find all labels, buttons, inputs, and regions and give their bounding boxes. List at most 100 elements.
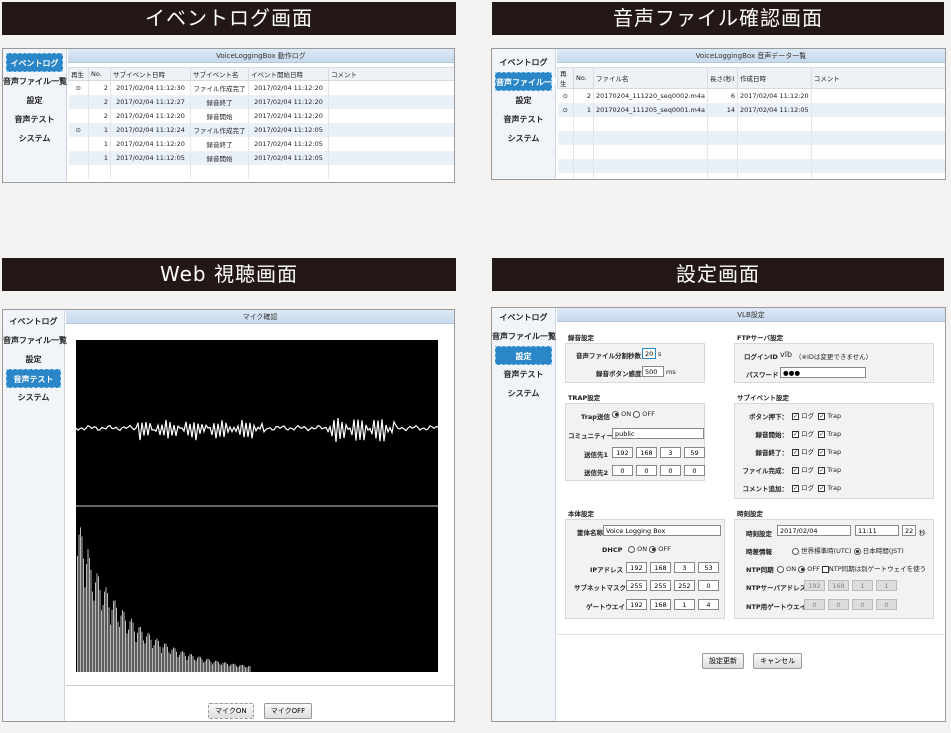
mic-on-button[interactable]: マイクON: [208, 703, 254, 719]
jst-radio[interactable]: [853, 547, 861, 555]
log-checkbox[interactable]: ✓: [792, 448, 799, 456]
seconds-input[interactable]: 22: [902, 525, 916, 536]
play-icon[interactable]: ⊙: [557, 102, 574, 117]
trap-checkbox[interactable]: ✓: [818, 412, 826, 420]
sidebar-item-sound-test[interactable]: 音声テスト: [6, 369, 61, 388]
table-row[interactable]: 1 2017/02/04 11:12:05 録音開始 2017/02/04 11:12…: [68, 150, 454, 165]
cancel-button[interactable]: キャンセル: [753, 653, 803, 669]
sidebar-item-files[interactable]: 音声ファイル一覧: [495, 72, 560, 91]
log-checkbox[interactable]: ✓: [792, 484, 799, 492]
column-header[interactable]: 再生: [68, 67, 89, 81]
ip-octet-input[interactable]: 0: [698, 580, 719, 591]
log-checkbox[interactable]: ✓: [792, 430, 799, 438]
ntp-off-radio[interactable]: [798, 565, 806, 573]
community-input[interactable]: public: [612, 428, 704, 439]
log-checkbox[interactable]: ✓: [792, 412, 799, 420]
table-row[interactable]: 2 2017/02/04 11:12:20 録音開始 2017/02/04 11:12…: [68, 108, 454, 123]
sidebar-item-event-log[interactable]: イベントログ: [492, 308, 555, 327]
column-header[interactable]: サブイベント日時: [110, 67, 191, 81]
ip-octet-input[interactable]: 168: [650, 599, 671, 610]
table-row[interactable]: ⊙ 1 20170204_111205_seq0001.m4a 14 2017/02/0…: [557, 102, 945, 117]
ip-octet-input[interactable]: 4: [698, 599, 719, 610]
sidebar-item-sound-test[interactable]: 音声テスト: [492, 365, 555, 384]
sidebar-item-files[interactable]: 音声ファイル一覧: [492, 327, 556, 346]
sidebar-item-event-log[interactable]: イベントログ: [6, 53, 63, 72]
column-header[interactable]: コメント: [328, 67, 454, 81]
mic-off-button[interactable]: マイクOFF: [263, 703, 313, 719]
sidebar-item-system[interactable]: システム: [3, 388, 64, 407]
play-icon[interactable]: ⊙: [68, 80, 89, 95]
ip-octet-input[interactable]: 168: [828, 580, 849, 591]
ip-octet-input[interactable]: 0: [828, 599, 849, 610]
column-header[interactable]: コメント: [810, 67, 945, 89]
button-sens-input[interactable]: 500: [642, 366, 664, 377]
column-header[interactable]: サブイベント名: [190, 67, 249, 81]
ip-octet-input[interactable]: 192: [626, 599, 647, 610]
sidebar-item-system[interactable]: システム: [492, 129, 555, 148]
column-header[interactable]: 長さ(秒): [706, 67, 738, 89]
table-row[interactable]: 1 2017/02/04 11:12:20 録音終了 2017/02/04 11:12…: [68, 136, 454, 151]
ip-octet-input[interactable]: 168: [650, 562, 671, 573]
table-row[interactable]: ⊙ 2 2017/02/04 11:12:30 ファイル作成完了 2017/02/04 …: [68, 80, 454, 95]
ip-octet-input[interactable]: 53: [698, 562, 719, 573]
sidebar-item-event-log[interactable]: イベントログ: [3, 312, 64, 331]
utc-radio[interactable]: [792, 547, 799, 555]
ip-octet-input[interactable]: 0: [852, 599, 873, 610]
log-checkbox[interactable]: ✓: [792, 466, 799, 474]
dhcp-off-radio[interactable]: [649, 545, 657, 553]
ip-octet-input[interactable]: 0: [684, 465, 705, 476]
sidebar-item-settings[interactable]: 設定: [492, 91, 555, 110]
time-input[interactable]: 11:11: [855, 525, 899, 536]
play-icon[interactable]: ⊙: [68, 122, 89, 137]
sidebar-item-system[interactable]: システム: [492, 384, 555, 403]
ip-octet-input[interactable]: 0: [612, 465, 633, 476]
ip-octet-input[interactable]: 168: [636, 447, 657, 458]
ip-octet-input[interactable]: 252: [674, 580, 695, 591]
ip-octet-input[interactable]: 192: [626, 562, 647, 573]
sidebar-item-files[interactable]: 音声ファイル一覧: [3, 331, 67, 350]
sidebar-item-system[interactable]: システム: [3, 129, 66, 148]
play-icon[interactable]: ⊙: [557, 88, 574, 103]
device-name-input[interactable]: Voice Logging Box: [603, 525, 721, 536]
ip-octet-input[interactable]: 3: [660, 447, 681, 458]
ip-octet-input[interactable]: 192: [612, 447, 633, 458]
ip-octet-input[interactable]: 255: [626, 580, 647, 591]
sidebar-item-settings[interactable]: 設定: [495, 346, 552, 365]
ip-octet-input[interactable]: 0: [804, 599, 825, 610]
trap-on-radio[interactable]: [612, 410, 619, 418]
sidebar-item-sound-test[interactable]: 音声テスト: [492, 110, 555, 129]
ip-octet-input[interactable]: 0: [636, 465, 657, 476]
update-button[interactable]: 設定更新: [702, 653, 744, 669]
table-row[interactable]: ⊙ 2 20170204_111220_seq0002.m4a 6 2017/02/04…: [557, 88, 945, 103]
ip-octet-input[interactable]: 1: [674, 599, 695, 610]
trap-checkbox[interactable]: ✓: [818, 484, 826, 492]
ip-octet-input[interactable]: 59: [684, 447, 705, 458]
trap-checkbox[interactable]: ✓: [818, 466, 826, 474]
ntp-gateway-checkbox[interactable]: [821, 565, 829, 573]
ip-octet-input[interactable]: 0: [660, 465, 681, 476]
sidebar-item-settings[interactable]: 設定: [3, 350, 64, 369]
ip-octet-input[interactable]: 192: [804, 580, 825, 591]
column-header[interactable]: 作成日時: [736, 67, 812, 89]
ip-octet-input[interactable]: 255: [650, 580, 671, 591]
ntp-on-radio[interactable]: [777, 565, 784, 573]
ip-octet-input[interactable]: 3: [674, 562, 695, 573]
dhcp-on-radio[interactable]: [628, 545, 635, 553]
table-row[interactable]: 2 2017/02/04 11:12:27 録音終了 2017/02/04 11:12…: [68, 94, 454, 109]
sidebar-item-settings[interactable]: 設定: [3, 91, 66, 110]
sidebar-item-files[interactable]: 音声ファイル一覧: [3, 72, 67, 91]
sidebar-item-sound-test[interactable]: 音声テスト: [3, 110, 66, 129]
trap-checkbox[interactable]: ✓: [818, 430, 826, 438]
trap-checkbox[interactable]: ✓: [818, 448, 826, 456]
column-header[interactable]: イベント開始日時: [248, 67, 329, 81]
ip-octet-input[interactable]: 1: [852, 580, 873, 591]
trap-off-radio[interactable]: [633, 410, 641, 418]
table-row[interactable]: ⊙ 1 2017/02/04 11:12:24 ファイル作成完了 2017/02/04 …: [68, 122, 454, 137]
date-input[interactable]: 2017/02/04: [777, 525, 851, 536]
column-header[interactable]: ファイル名: [593, 67, 708, 89]
column-header[interactable]: No.: [573, 67, 594, 89]
ip-octet-input[interactable]: 1: [876, 580, 897, 591]
file-len-input[interactable]: 20: [642, 348, 656, 359]
column-header[interactable]: No.: [88, 67, 111, 81]
password-input[interactable]: ●●●: [780, 367, 866, 378]
